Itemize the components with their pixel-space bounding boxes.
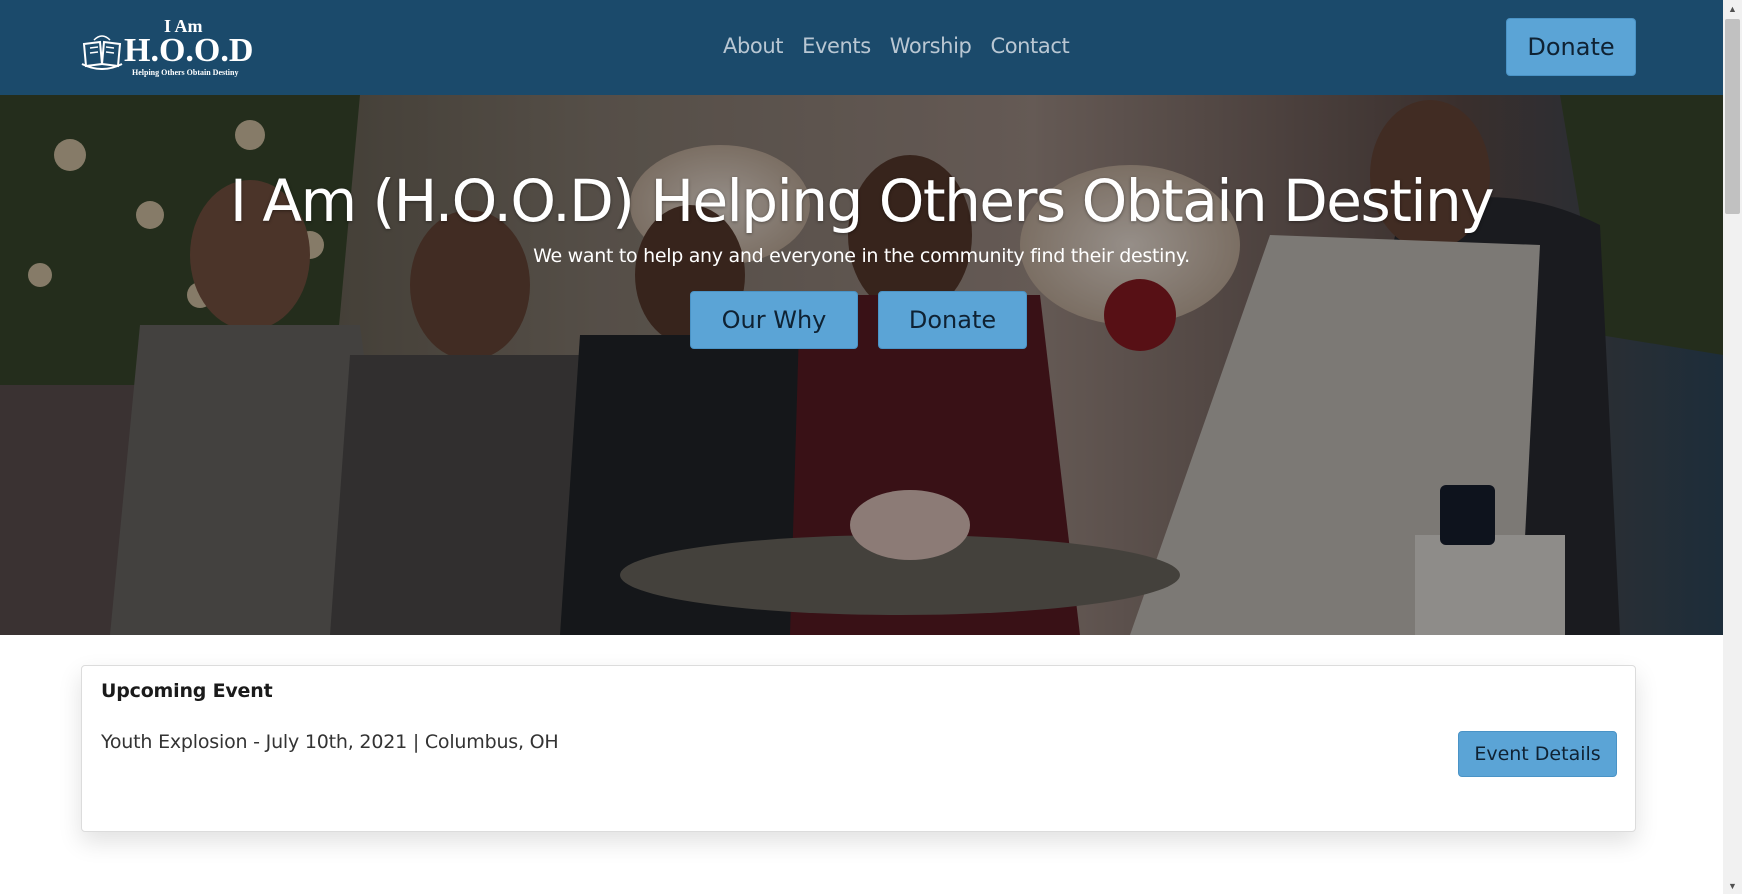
event-heading: Upcoming Event xyxy=(101,680,273,702)
hero-button-group: Our Why Donate xyxy=(690,291,1027,349)
page: I Am H.O.O.D Helping Others Obtain Desti… xyxy=(0,0,1723,894)
nav-link-worship[interactable]: Worship xyxy=(890,34,972,58)
nav-link-about[interactable]: About xyxy=(723,34,783,58)
vertical-scrollbar[interactable]: ▲ ▼ xyxy=(1723,0,1742,894)
hero-section: I Am (H.O.O.D) Helping Others Obtain Des… xyxy=(0,95,1723,635)
scrollbar-thumb[interactable] xyxy=(1725,19,1740,214)
logo-main-text: H.O.O.D xyxy=(124,32,254,69)
hero-donate-button[interactable]: Donate xyxy=(878,291,1027,349)
our-why-button[interactable]: Our Why xyxy=(690,291,858,349)
nav-link-contact[interactable]: Contact xyxy=(990,34,1069,58)
hero-subtitle: We want to help any and everyone in the … xyxy=(533,245,1190,267)
nav-link-events[interactable]: Events xyxy=(802,34,871,58)
hero-title: I Am (H.O.O.D) Helping Others Obtain Des… xyxy=(229,167,1495,235)
scroll-up-arrow-icon[interactable]: ▲ xyxy=(1723,0,1742,17)
site-logo[interactable]: I Am H.O.O.D Helping Others Obtain Desti… xyxy=(80,16,260,80)
logo-tagline: Helping Others Obtain Destiny xyxy=(132,68,239,77)
open-book-icon xyxy=(81,35,123,70)
main-nav: About Events Worship Contact xyxy=(723,34,1070,58)
event-description: Youth Explosion - July 10th, 2021 | Colu… xyxy=(101,731,559,753)
upcoming-event-card: Upcoming Event Youth Explosion - July 10… xyxy=(81,665,1636,832)
nav-donate-button[interactable]: Donate xyxy=(1506,18,1636,76)
navbar: I Am H.O.O.D Helping Others Obtain Desti… xyxy=(0,0,1723,95)
event-details-button[interactable]: Event Details xyxy=(1458,731,1617,777)
scroll-down-arrow-icon[interactable]: ▼ xyxy=(1723,877,1742,894)
browser-viewport: I Am H.O.O.D Helping Others Obtain Desti… xyxy=(0,0,1742,894)
